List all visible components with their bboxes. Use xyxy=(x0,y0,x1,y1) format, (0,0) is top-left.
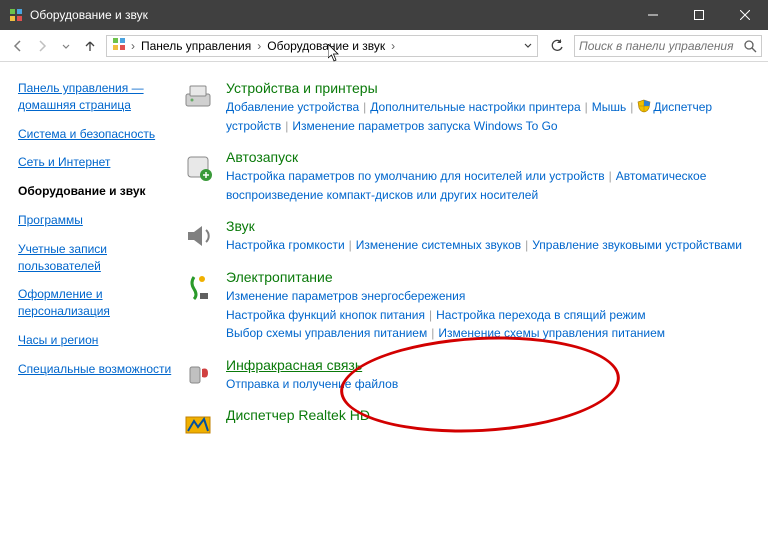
task-link[interactable]: Изменение параметров энергосбережения xyxy=(226,289,465,303)
category: Автозапуск Настройка параметров по умолча… xyxy=(180,149,752,204)
task-link[interactable]: Отправка и получение файлов xyxy=(226,377,398,391)
shield-icon xyxy=(637,99,651,113)
maximize-button[interactable] xyxy=(676,0,722,30)
address-dropdown-icon[interactable] xyxy=(523,39,533,53)
chevron-right-icon[interactable]: › xyxy=(127,39,139,53)
category-links: Добавление устройства|Дополнительные нас… xyxy=(226,98,752,135)
search-box[interactable] xyxy=(574,35,762,57)
search-icon[interactable] xyxy=(743,39,757,53)
category-title[interactable]: Устройства и принтеры xyxy=(226,80,378,96)
sidebar-item[interactable]: Сеть и Интернет xyxy=(18,154,172,171)
chevron-right-icon[interactable]: › xyxy=(253,39,265,53)
sidebar-home[interactable]: Панель управления — домашняя страница xyxy=(18,80,172,114)
task-link[interactable]: Выбор схемы управления питанием xyxy=(226,326,427,340)
up-button[interactable] xyxy=(78,34,102,58)
category-icon xyxy=(180,269,216,305)
category: Устройства и принтеры Добавление устройст… xyxy=(180,80,752,135)
task-link[interactable]: Дополнительные настройки принтера xyxy=(370,100,580,114)
recent-dropdown[interactable] xyxy=(54,34,78,58)
category: Диспетчер Realtek HD xyxy=(180,407,752,443)
sidebar-item[interactable]: Часы и регион xyxy=(18,332,172,349)
close-button[interactable] xyxy=(722,0,768,30)
category-title[interactable]: Диспетчер Realtek HD xyxy=(226,407,370,423)
chevron-right-icon[interactable]: › xyxy=(387,39,399,53)
category-title[interactable]: Звук xyxy=(226,218,255,234)
task-link[interactable]: Настройка перехода в спящий режим xyxy=(436,308,645,322)
minimize-button[interactable] xyxy=(630,0,676,30)
sidebar-item[interactable]: Программы xyxy=(18,212,172,229)
back-button[interactable] xyxy=(6,34,30,58)
category-title[interactable]: Автозапуск xyxy=(226,149,298,165)
category-icon xyxy=(180,357,216,393)
sidebar-item[interactable]: Оформление и персонализация xyxy=(18,286,172,320)
task-link[interactable]: Добавление устройства xyxy=(226,100,359,114)
category-links: Настройка параметров по умолчанию для но… xyxy=(226,167,752,204)
category: Звук Настройка громкости|Изменение систем… xyxy=(180,218,752,255)
task-link[interactable]: Изменение схемы управления питанием xyxy=(438,326,665,340)
breadcrumb-current[interactable]: Оборудование и звук xyxy=(265,39,387,53)
titlebar: Оборудование и звук xyxy=(0,0,768,30)
address-icon xyxy=(111,36,127,55)
task-link[interactable]: Мышь xyxy=(592,100,627,114)
task-link[interactable]: Изменение параметров запуска Windows To … xyxy=(292,119,557,133)
category: Инфракрасная связь Отправка и получение ф… xyxy=(180,357,752,394)
category-links: Настройка громкости|Изменение системных … xyxy=(226,236,752,255)
control-panel-icon xyxy=(8,7,24,23)
search-input[interactable] xyxy=(579,39,743,53)
sidebar-item[interactable]: Система и безопасность xyxy=(18,126,172,143)
task-link[interactable]: Управление звуковыми устройствами xyxy=(532,238,742,252)
sidebar-item[interactable]: Учетные записи пользователей xyxy=(18,241,172,275)
breadcrumb-root[interactable]: Панель управления xyxy=(139,39,253,53)
sidebar-item[interactable]: Специальные возможности xyxy=(18,361,172,378)
navbar: › Панель управления › Оборудование и зву… xyxy=(0,30,768,62)
category-icon xyxy=(180,218,216,254)
refresh-button[interactable] xyxy=(546,35,568,57)
sidebar: Панель управления — домашняя страница Си… xyxy=(0,62,180,550)
task-link[interactable]: Настройка функций кнопок питания xyxy=(226,308,425,322)
forward-button[interactable] xyxy=(30,34,54,58)
task-link[interactable]: Настройка параметров по умолчанию для но… xyxy=(226,169,605,183)
sidebar-item[interactable]: Оборудование и звук xyxy=(18,183,172,200)
category-title[interactable]: Электропитание xyxy=(226,269,333,285)
category-icon xyxy=(180,149,216,185)
task-link[interactable]: Настройка громкости xyxy=(226,238,345,252)
category-links: Изменение параметров энергосбережения Нас… xyxy=(226,287,752,343)
main-panel: Устройства и принтеры Добавление устройст… xyxy=(180,62,768,550)
task-link[interactable]: Изменение системных звуков xyxy=(356,238,521,252)
category-links: Отправка и получение файлов xyxy=(226,375,752,394)
category-title[interactable]: Инфракрасная связь xyxy=(226,357,362,373)
category-icon xyxy=(180,80,216,116)
window-title: Оборудование и звук xyxy=(30,8,148,22)
category: Электропитание Изменение параметров энерг… xyxy=(180,269,752,343)
address-bar[interactable]: › Панель управления › Оборудование и зву… xyxy=(106,35,538,57)
category-icon xyxy=(180,407,216,443)
